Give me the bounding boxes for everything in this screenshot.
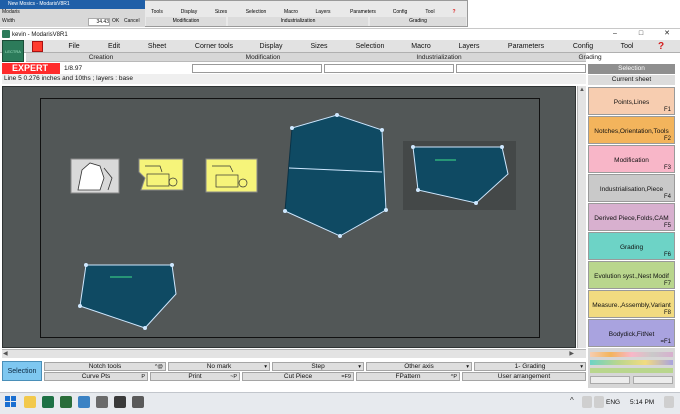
grading-selector-label: 1- Grading [514,363,546,370]
notch-tools-label: Notch tools [88,363,122,370]
scroll-up-icon[interactable]: ▲ [578,86,586,95]
pattern-piece-lower[interactable] [78,263,177,330]
menu-measure-label: Measure.,Assembly,Variant [592,302,671,309]
menu-bodydick-fitnet[interactable]: Bodydick,FitNet =F1 [588,319,675,347]
step-label: Step [311,363,325,370]
language-indicator[interactable]: ENG [606,395,628,411]
curve-pts-label: Curve Pts [81,373,111,380]
notification-icon[interactable] [664,396,674,408]
thumbnail-piece-3[interactable] [205,158,258,193]
menu-notches-key: F2 [663,136,671,142]
menu-evolution-system[interactable]: Evolution syst.,Nest Modif F7 [588,261,675,289]
app-dark-icon[interactable] [132,396,144,408]
right-panel-current-sheet[interactable]: Current sheet [588,75,675,85]
horizontal-scrollbar[interactable]: ◀ ▶ [2,349,586,358]
notch-tools-button[interactable]: Notch tools ^@ [44,362,166,371]
pattern-piece-bodice[interactable] [283,113,388,238]
thumbnail-piece-1[interactable] [70,158,120,194]
windows-start-icon[interactable] [5,396,17,408]
menu-bodydick-label: Bodydick,FitNet [608,331,655,338]
selection-button[interactable]: Selection [2,361,42,381]
volume-icon[interactable] [594,396,604,408]
scroll-right-icon[interactable]: ▶ [569,350,574,359]
grading-dropdown-icon: ▾ [580,364,583,370]
cut-piece-key: =F9 [341,374,351,380]
other-axis-button[interactable]: Other axis ▾ [366,362,472,371]
clock[interactable]: 5:14 PM [630,395,660,411]
menu-points-lines[interactable]: Points,Lines F1 [588,87,675,115]
grading-selector[interactable]: 1- Grading ▾ [474,362,586,371]
curve-pts-key: P [141,374,145,380]
fpattern-key: ^P [450,374,457,380]
curve-pts-button[interactable]: Curve Pts P [44,372,148,381]
excel-icon[interactable] [42,396,54,408]
menu-industrialisation-label: Industrialisation,Piece [599,186,664,193]
app-blue-icon[interactable] [78,396,90,408]
palette-button-right[interactable] [633,376,673,384]
print-key: ~P [230,374,237,380]
right-panel-palette [588,348,675,388]
vertical-scrollbar[interactable]: ▲ [577,86,586,348]
menu-evolution-label: Evolution syst.,Nest Modif [594,273,669,280]
menu-notches-orientation-tools[interactable]: Notches,Orientation,Tools F2 [588,116,675,144]
app-green-icon[interactable] [60,396,72,408]
menu-points-lines-key: F1 [663,107,671,113]
menu-derived-piece-label: Derived Piece,Folds,CAM [594,215,669,222]
menu-modification-key: F3 [663,165,671,171]
pattern-piece-selected[interactable] [403,141,516,210]
right-panel-selection-header[interactable]: Selection [588,64,675,74]
no-mark-button[interactable]: No mark ▾ [168,362,270,371]
menu-notches-label: Notches,Orientation,Tools [594,128,669,135]
palette-strip-1[interactable] [590,352,673,357]
step-dropdown-icon: ▾ [358,364,361,370]
palette-button-left[interactable] [590,376,630,384]
thumbnail-piece-2[interactable] [138,158,184,191]
fpattern-label: FPattern [395,373,421,380]
menu-evolution-key: F7 [663,281,671,287]
file-explorer-icon[interactable] [24,396,36,408]
menu-modification-label: Modification [614,157,649,164]
palette-strip-3[interactable] [590,368,673,373]
step-button[interactable]: Step ▾ [272,362,364,371]
menu-grading-label: Grading [619,244,644,251]
tray-chevron-icon[interactable]: ^ [570,396,578,408]
cut-piece-button[interactable]: Cut Piece =F9 [242,372,354,381]
menu-derived-piece-key: F5 [663,223,671,229]
cut-piece-label: Cut Piece [283,373,313,380]
menu-points-lines-label: Points,Lines [613,99,650,106]
menu-industrialisation-key: F4 [663,194,671,200]
modaris-taskbar-icon[interactable] [114,396,126,408]
menu-measure-assembly[interactable]: Measure.,Assembly,Variant F8 [588,290,675,318]
menu-grading[interactable]: Grading F6 [588,232,675,260]
menu-modification[interactable]: Modification F3 [588,145,675,173]
no-mark-label: No mark [206,363,232,370]
notch-tools-key: ^@ [154,364,163,370]
print-button[interactable]: Print ~P [150,372,240,381]
palette-strip-2[interactable] [590,360,673,365]
scroll-left-icon[interactable]: ◀ [3,350,8,359]
menu-industrialisation-piece[interactable]: Industrialisation,Piece F4 [588,174,675,202]
network-icon[interactable] [582,396,592,408]
menu-measure-key: F8 [663,310,671,316]
user-arrangement-button[interactable]: User arrangement [462,372,586,381]
other-axis-label: Other axis [404,363,434,370]
user-arrangement-label: User arrangement [497,373,551,380]
other-axis-dropdown-icon: ▾ [466,364,469,370]
menu-bodydick-key: =F1 [660,339,671,345]
app-gray-icon[interactable] [96,396,108,408]
fpattern-button[interactable]: FPattern ^P [356,372,460,381]
no-mark-dropdown-icon: ▾ [264,364,267,370]
menu-grading-key: F6 [663,252,671,258]
menu-derived-piece[interactable]: Derived Piece,Folds,CAM F5 [588,203,675,231]
print-label: Print [188,373,202,380]
